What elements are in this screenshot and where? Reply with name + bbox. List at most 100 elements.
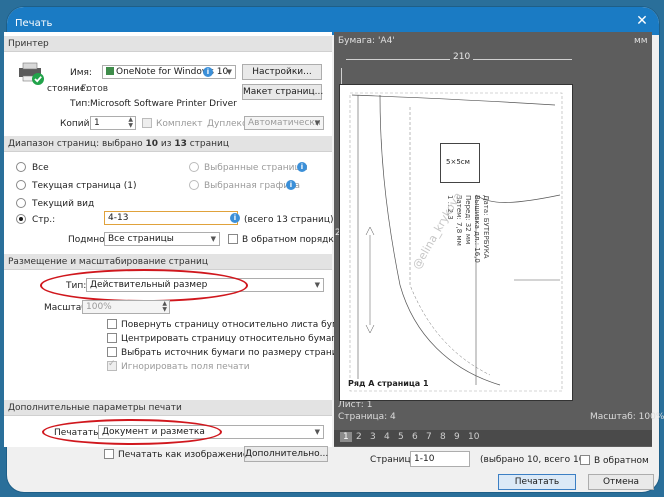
page-number[interactable]: 8: [440, 432, 446, 442]
page-number[interactable]: 5: [398, 432, 404, 442]
pattern-note: Дата: БУТЕРБУКА: [482, 195, 490, 259]
paper-source-label: Выбрать источник бумаги по размеру стран…: [121, 348, 351, 358]
scale-stepper[interactable]: 100% ▲ ▼: [82, 300, 170, 314]
printer-name-label: Имя:: [70, 68, 92, 78]
chevron-down-icon: ▼: [210, 235, 216, 243]
collate-checkbox[interactable]: [142, 118, 152, 128]
page-number[interactable]: 3: [370, 432, 376, 442]
page-number[interactable]: 6: [412, 432, 418, 442]
footer-pages-input[interactable]: 1-10: [410, 451, 470, 467]
footer-pages-info: (выбрано 10, всего 10): [480, 455, 588, 465]
scaling-header: Размещение и масштабирование страниц: [4, 254, 332, 270]
range-pages-radio[interactable]: [16, 214, 26, 224]
range-pages-value: 4-13: [108, 213, 129, 223]
range-current-view-radio[interactable]: [16, 198, 26, 208]
range-total-count: 13: [174, 139, 187, 149]
page-number[interactable]: 9: [454, 432, 460, 442]
range-header-mid: из: [157, 139, 175, 149]
reverse-order-label: В обратном порядке: [242, 235, 340, 245]
page-range-header: Диапазон страниц: выбрано 10 из 13 стран…: [4, 136, 332, 152]
cancel-button[interactable]: Отмена: [588, 474, 654, 490]
printer-type-label: Тип:: [70, 99, 91, 109]
range-current-page-label: Текущая страница (1): [32, 181, 137, 191]
info-icon[interactable]: i: [286, 180, 296, 190]
range-header-suffix: страниц: [186, 139, 230, 149]
print-button[interactable]: Печатать: [498, 474, 576, 490]
page-number[interactable]: 7: [426, 432, 432, 442]
chevron-down-icon: ▼: [314, 119, 320, 127]
info-icon[interactable]: i: [203, 67, 213, 77]
scale-value: 100%: [86, 302, 112, 312]
center-label: Центрировать страницу относительно бумаг…: [121, 334, 342, 344]
range-current-view-label: Текущий вид: [32, 199, 95, 209]
page-number[interactable]: 4: [384, 432, 390, 442]
pattern-note: Затем: 7,8 мм: [455, 195, 463, 246]
footer-pages-value: 1-10: [414, 454, 435, 464]
range-selected-graphics-radio[interactable]: [189, 180, 199, 190]
chevron-down-icon: ▼: [226, 68, 232, 76]
onenote-icon: [106, 67, 114, 75]
advanced-options-button[interactable]: Дополнительно...: [244, 446, 328, 462]
zoom-label: Масштаб: 100%: [590, 412, 664, 422]
range-pages-label: Стр.:: [32, 215, 56, 225]
sheet-label: Лист: 1: [338, 400, 373, 410]
printer-settings-button[interactable]: Настройки...: [242, 64, 322, 80]
copies-stepper[interactable]: 1 ▲ ▼: [90, 116, 136, 130]
footer-reverse-checkbox[interactable]: [580, 455, 590, 465]
range-selected-count: 10: [145, 139, 158, 149]
range-header-prefix: Диапазон страниц: выбрано: [8, 139, 146, 149]
printer-name-select[interactable]: OneNote for Windows 10 i ▼: [102, 65, 236, 79]
duplex-select[interactable]: Автоматически ▼: [244, 116, 324, 130]
printer-status-value: Готов: [81, 84, 109, 94]
page-layout-button[interactable]: Макет страниц...: [242, 84, 323, 100]
range-all-radio[interactable]: [16, 162, 26, 172]
ignore-margins-label: Игнорировать поля печати: [121, 362, 250, 372]
info-icon[interactable]: i: [230, 213, 240, 223]
footer-reverse-label: В обратном: [594, 456, 649, 466]
footer-pages-label: Страниц:: [370, 455, 414, 465]
page-number[interactable]: 2: [356, 432, 362, 442]
highlight-ellipse: [42, 419, 222, 445]
paper-source-checkbox[interactable]: [107, 347, 117, 357]
center-checkbox[interactable]: [107, 333, 117, 343]
range-selected-pages-label: Выбранные страницы: [204, 163, 308, 173]
copies-label: Копий:: [60, 119, 93, 129]
info-icon[interactable]: i: [297, 162, 307, 172]
printer-header: Принтер: [4, 36, 332, 52]
reverse-order-checkbox[interactable]: [228, 234, 238, 244]
spinner-icon: ▲ ▼: [162, 300, 167, 313]
pattern-note: Перед: 32 мм: [464, 195, 472, 245]
subset-value: Все страницы: [108, 234, 174, 244]
unit-label: мм: [634, 36, 648, 46]
page-preview: 5×5см Дата: БУТЕРБУКА Вышивка дл.: 16,0 …: [340, 85, 572, 400]
printer-icon: [18, 62, 46, 85]
duplex-value: Автоматически: [248, 118, 321, 128]
title-bar: Печать ✕: [7, 7, 659, 35]
printer-type-value: Microsoft Software Printer Driver: [90, 99, 237, 109]
range-total-hint: (всего 13 страниц): [244, 215, 334, 225]
advanced-header: Дополнительные параметры печати: [4, 400, 332, 416]
page-number[interactable]: 1: [340, 432, 352, 442]
range-current-page-radio[interactable]: [16, 180, 26, 190]
print-as-image-label: Печатать как изображение: [118, 450, 249, 460]
subset-select[interactable]: Все страницы ▼: [104, 232, 220, 246]
width-value: 210: [450, 52, 474, 62]
page-number[interactable]: 10: [468, 432, 479, 442]
ignore-margins-checkbox[interactable]: [107, 359, 117, 371]
settings-panel: Принтер Имя: OneNote for Windows 10 i ▼ …: [4, 32, 355, 447]
range-pages-input[interactable]: 4-13: [104, 211, 238, 225]
print-as-image-checkbox[interactable]: [104, 449, 114, 459]
chevron-down-icon: ▼: [314, 428, 320, 436]
page-caption: Ряд A страница 1: [348, 379, 429, 388]
page-navigator: 1 2 3 4 5 6 7 8 9 10: [334, 430, 652, 446]
rotate-label: Повернуть страницу относительно листа бу…: [121, 320, 355, 330]
pattern-note: Вышивка дл.: 16,0: [473, 195, 481, 263]
range-selected-pages-radio[interactable]: [189, 162, 199, 172]
rotate-checkbox[interactable]: [107, 319, 117, 329]
size-square-label: 5×5см: [446, 158, 470, 166]
chevron-down-icon: ▼: [314, 281, 320, 289]
paper-size-label: Бумага: 'A4': [338, 36, 395, 46]
collate-label: Комплект: [156, 119, 203, 129]
range-total-hint-text: (всего 13 страниц): [244, 215, 334, 225]
close-icon[interactable]: ✕: [635, 14, 649, 28]
